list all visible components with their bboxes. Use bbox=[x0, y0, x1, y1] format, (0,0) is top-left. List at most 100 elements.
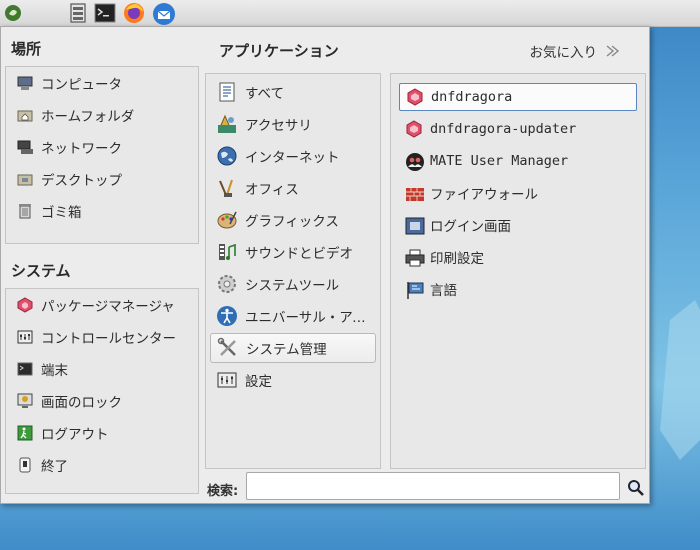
graphics-palette-icon bbox=[216, 209, 238, 231]
multimedia-icon bbox=[216, 241, 238, 263]
desktop-wallpaper bbox=[650, 300, 700, 460]
dnfdragora-updater-icon bbox=[405, 120, 423, 138]
category-preferences[interactable]: 設定 bbox=[210, 366, 376, 394]
system-label: ログアウト bbox=[41, 427, 109, 443]
app-label: MATE User Manager bbox=[430, 153, 569, 169]
app-login-screen[interactable]: ログイン画面 bbox=[399, 211, 637, 239]
terminal-icon bbox=[16, 360, 34, 378]
shutdown-icon bbox=[16, 456, 34, 474]
app-label: 印刷設定 bbox=[430, 251, 484, 267]
system-label: 端末 bbox=[41, 363, 68, 379]
place-label: ネットワーク bbox=[41, 141, 122, 157]
category-administration[interactable]: システム管理 bbox=[210, 333, 376, 363]
internet-globe-icon bbox=[216, 145, 238, 167]
system-item-control-center[interactable]: コントロールセンター bbox=[10, 323, 194, 351]
place-label: コンピュータ bbox=[41, 77, 122, 93]
place-label: デスクトップ bbox=[41, 173, 122, 189]
category-label: ユニバーサル・アク… bbox=[245, 310, 376, 326]
application-menu: 場所 コンピュータ ホームフォルダ ネットワーク デスクトップ ゴミ箱 システム… bbox=[0, 26, 650, 504]
firewall-icon bbox=[405, 184, 424, 202]
arrow-right-icon bbox=[603, 42, 621, 60]
applications-heading: アプリケーション bbox=[219, 42, 339, 60]
firefox-icon[interactable] bbox=[123, 2, 145, 24]
category-label: グラフィックス bbox=[245, 214, 339, 230]
category-internet[interactable]: インターネット bbox=[210, 142, 376, 170]
favorites-label: お気に入り bbox=[529, 45, 598, 61]
language-flag-icon bbox=[405, 280, 424, 299]
system-label: 画面のロック bbox=[41, 395, 122, 411]
category-label: サウンドとビデオ bbox=[245, 246, 353, 262]
category-all[interactable]: すべて bbox=[210, 78, 376, 106]
system-label: パッケージマネージャ bbox=[41, 299, 175, 315]
category-accessibility[interactable]: ユニバーサル・アク… bbox=[210, 302, 376, 330]
package-manager-icon bbox=[16, 296, 34, 314]
accessibility-icon bbox=[216, 305, 238, 327]
favorites-link[interactable]: お気に入り bbox=[530, 41, 622, 61]
category-list: すべて アクセサリ インターネット オフィス グラフィックス サウンドとビデオ … bbox=[205, 73, 381, 469]
search-label: 検索: bbox=[207, 484, 239, 499]
administration-tools-icon bbox=[217, 337, 239, 359]
search-icon[interactable] bbox=[627, 479, 645, 497]
places-list: コンピュータ ホームフォルダ ネットワーク デスクトップ ゴミ箱 bbox=[5, 66, 199, 244]
desktop-folder-icon bbox=[16, 170, 34, 188]
place-item-desktop[interactable]: デスクトップ bbox=[10, 165, 194, 193]
app-label: dnfdragora-updater bbox=[430, 121, 577, 137]
system-item-package-manager[interactable]: パッケージマネージャ bbox=[10, 291, 194, 319]
top-panel bbox=[0, 0, 700, 27]
category-graphics[interactable]: グラフィックス bbox=[210, 206, 376, 234]
category-label: システム管理 bbox=[246, 342, 327, 358]
app-label: ログイン画面 bbox=[430, 219, 511, 235]
control-center-icon bbox=[16, 328, 34, 346]
app-print-settings[interactable]: 印刷設定 bbox=[399, 243, 637, 271]
home-folder-icon bbox=[16, 106, 34, 124]
category-accessories[interactable]: アクセサリ bbox=[210, 110, 376, 138]
preferences-icon bbox=[216, 369, 238, 391]
app-language[interactable]: 言語 bbox=[399, 275, 637, 303]
app-label: 言語 bbox=[430, 283, 457, 299]
app-mate-user-manager[interactable]: MATE User Manager bbox=[399, 147, 637, 175]
app-label: ファイアウォール bbox=[430, 187, 538, 203]
place-item-network[interactable]: ネットワーク bbox=[10, 133, 194, 161]
system-list: パッケージマネージャ コントロールセンター 端末 画面のロック ログアウト 終了 bbox=[5, 288, 199, 494]
network-icon bbox=[16, 138, 34, 156]
category-label: 設定 bbox=[245, 374, 272, 390]
system-item-shutdown[interactable]: 終了 bbox=[10, 451, 194, 479]
search-input[interactable] bbox=[246, 472, 620, 500]
category-label: アクセサリ bbox=[245, 118, 312, 134]
place-item-computer[interactable]: コンピュータ bbox=[10, 69, 194, 97]
app-dnfdragora[interactable]: dnfdragora bbox=[399, 83, 637, 111]
app-label: dnfdragora bbox=[431, 89, 513, 105]
place-label: ゴミ箱 bbox=[41, 205, 82, 221]
app-dnfdragora-updater[interactable]: dnfdragora-updater bbox=[399, 115, 637, 143]
thunderbird-icon[interactable] bbox=[152, 2, 175, 25]
system-item-logout[interactable]: ログアウト bbox=[10, 419, 194, 447]
mate-menu-icon[interactable] bbox=[3, 3, 25, 25]
category-label: インターネット bbox=[245, 150, 340, 166]
computer-icon bbox=[16, 74, 34, 92]
lock-screen-icon bbox=[16, 392, 34, 410]
file-manager-icon[interactable] bbox=[67, 2, 89, 24]
system-heading: システム bbox=[11, 262, 71, 280]
app-firewall[interactable]: ファイアウォール bbox=[399, 179, 637, 207]
system-item-terminal[interactable]: 端末 bbox=[10, 355, 194, 383]
place-label: ホームフォルダ bbox=[41, 109, 135, 125]
places-heading: 場所 bbox=[11, 40, 42, 58]
system-label: 終了 bbox=[41, 459, 68, 475]
system-tools-gear-icon bbox=[216, 273, 238, 295]
system-item-lock-screen[interactable]: 画面のロック bbox=[10, 387, 194, 415]
place-item-trash[interactable]: ゴミ箱 bbox=[10, 197, 194, 225]
category-office[interactable]: オフィス bbox=[210, 174, 376, 202]
category-label: システムツール bbox=[245, 278, 340, 294]
trash-icon bbox=[16, 202, 34, 220]
app-list: dnfdragora dnfdragora-updater MATE User … bbox=[390, 73, 646, 469]
category-label: すべて bbox=[245, 86, 285, 102]
category-sound-video[interactable]: サウンドとビデオ bbox=[210, 238, 376, 266]
accessories-icon bbox=[216, 113, 238, 135]
terminal-icon[interactable] bbox=[94, 2, 116, 24]
place-item-home[interactable]: ホームフォルダ bbox=[10, 101, 194, 129]
category-system-tools[interactable]: システムツール bbox=[210, 270, 376, 298]
category-label: オフィス bbox=[245, 182, 299, 198]
login-screen-icon bbox=[405, 216, 425, 235]
dnfdragora-icon bbox=[406, 88, 424, 106]
system-label: コントロールセンター bbox=[41, 331, 176, 347]
